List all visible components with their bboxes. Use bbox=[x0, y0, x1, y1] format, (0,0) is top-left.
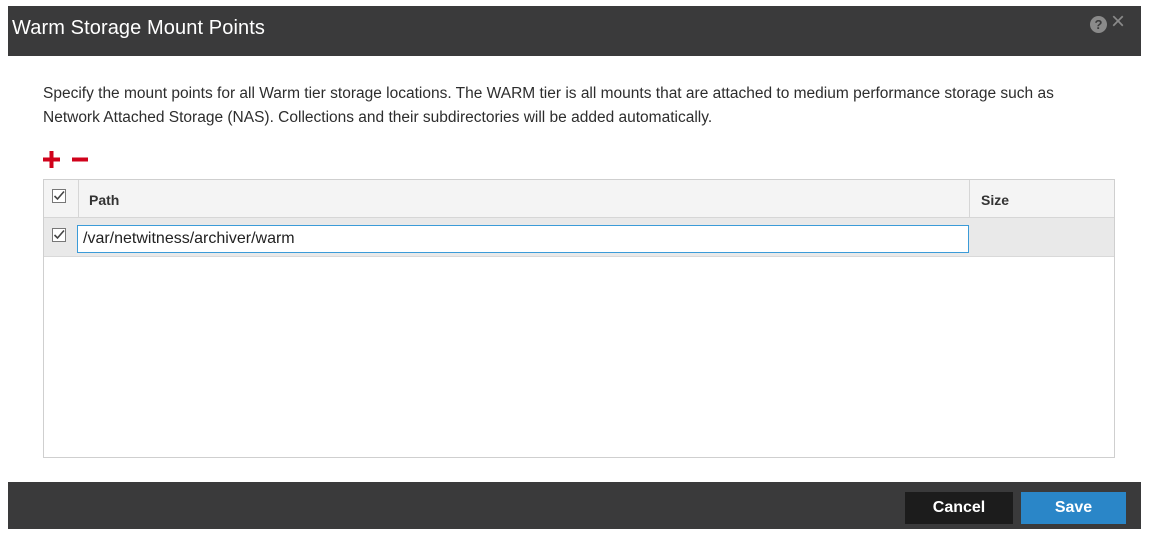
row-checkbox[interactable] bbox=[52, 228, 66, 242]
plus-icon[interactable] bbox=[43, 151, 60, 168]
dialog-title: Warm Storage Mount Points bbox=[12, 17, 265, 39]
select-all-checkbox[interactable] bbox=[52, 189, 66, 203]
column-header-path[interactable]: Path bbox=[89, 192, 119, 208]
minus-icon[interactable] bbox=[72, 151, 88, 168]
dialog-description: Specify the mount points for all Warm ti… bbox=[43, 85, 1054, 126]
column-divider bbox=[78, 180, 79, 218]
path-input[interactable] bbox=[77, 225, 969, 253]
save-button[interactable]: Save bbox=[1021, 492, 1126, 524]
mount-points-table: Path Size bbox=[43, 179, 1115, 458]
dialog-footer: Cancel Save bbox=[8, 482, 1141, 529]
column-header-size[interactable]: Size bbox=[981, 192, 1009, 208]
dialog-body: Specify the mount points for all Warm ti… bbox=[8, 56, 1141, 482]
question-circle-icon[interactable]: ? bbox=[1090, 16, 1107, 33]
close-icon[interactable]: × bbox=[1111, 9, 1125, 35]
table-header: Path Size bbox=[44, 180, 1114, 218]
table-row[interactable] bbox=[44, 218, 1114, 257]
dialog-titlebar: Warm Storage Mount Points ? × bbox=[8, 6, 1141, 56]
cancel-button[interactable]: Cancel bbox=[905, 492, 1013, 524]
column-divider bbox=[969, 180, 970, 218]
warm-storage-dialog: Warm Storage Mount Points ? × Specify th… bbox=[8, 6, 1141, 529]
